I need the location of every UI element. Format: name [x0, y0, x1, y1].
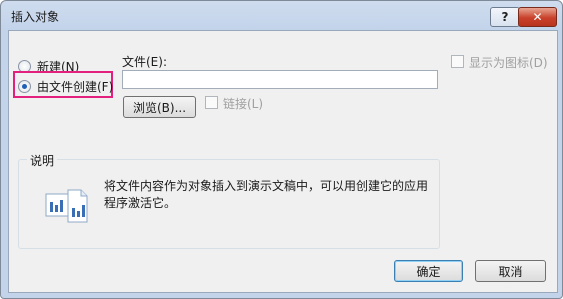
file-label: 文件(E):	[122, 55, 167, 69]
radio-from-file-label: 由文件创建(F)	[37, 80, 114, 94]
link-label: 链接(L)	[223, 97, 264, 111]
ok-button-label: 确定	[416, 264, 441, 279]
close-button[interactable]: ✕	[518, 7, 557, 27]
file-path-input[interactable]	[122, 70, 438, 89]
help-button[interactable]: ?	[490, 7, 520, 27]
display-as-icon-label: 显示为图标(D)	[469, 56, 548, 70]
browse-button-label: 浏览(B)...	[132, 100, 187, 115]
ok-button[interactable]: 确定	[394, 260, 463, 282]
browse-button[interactable]: 浏览(B)...	[123, 96, 196, 118]
cancel-button-label: 取消	[498, 264, 523, 279]
dialog-body: 新建(N) 由文件创建(F) 文件(E): 浏览(B)... 链接(L) 显示为…	[8, 30, 558, 293]
dialog-title: 插入对象	[11, 10, 60, 24]
insert-object-dialog: 插入对象 ? ✕ 新建(N) 由文件创建(F) 文件(E): 浏览(B)... …	[0, 0, 563, 299]
link-checkbox[interactable]	[205, 96, 218, 109]
help-icon: ?	[501, 10, 509, 24]
description-group: 说明 将文件内容作为对象插入到演示文稿中，可以用创建它的应用程序激活它。	[18, 152, 440, 249]
close-icon: ✕	[532, 10, 543, 24]
document-chart-icon	[45, 189, 88, 223]
title-bar: 插入对象 ? ✕	[1, 1, 562, 31]
description-title: 说明	[27, 152, 58, 169]
cancel-button[interactable]: 取消	[475, 260, 546, 282]
radio-from-file-circle[interactable]	[18, 80, 31, 93]
radio-from-file[interactable]: 由文件创建(F)	[18, 78, 113, 95]
display-as-icon-checkbox[interactable]	[451, 55, 464, 68]
description-text: 将文件内容作为对象插入到演示文稿中，可以用创建它的应用程序激活它。	[104, 179, 429, 210]
